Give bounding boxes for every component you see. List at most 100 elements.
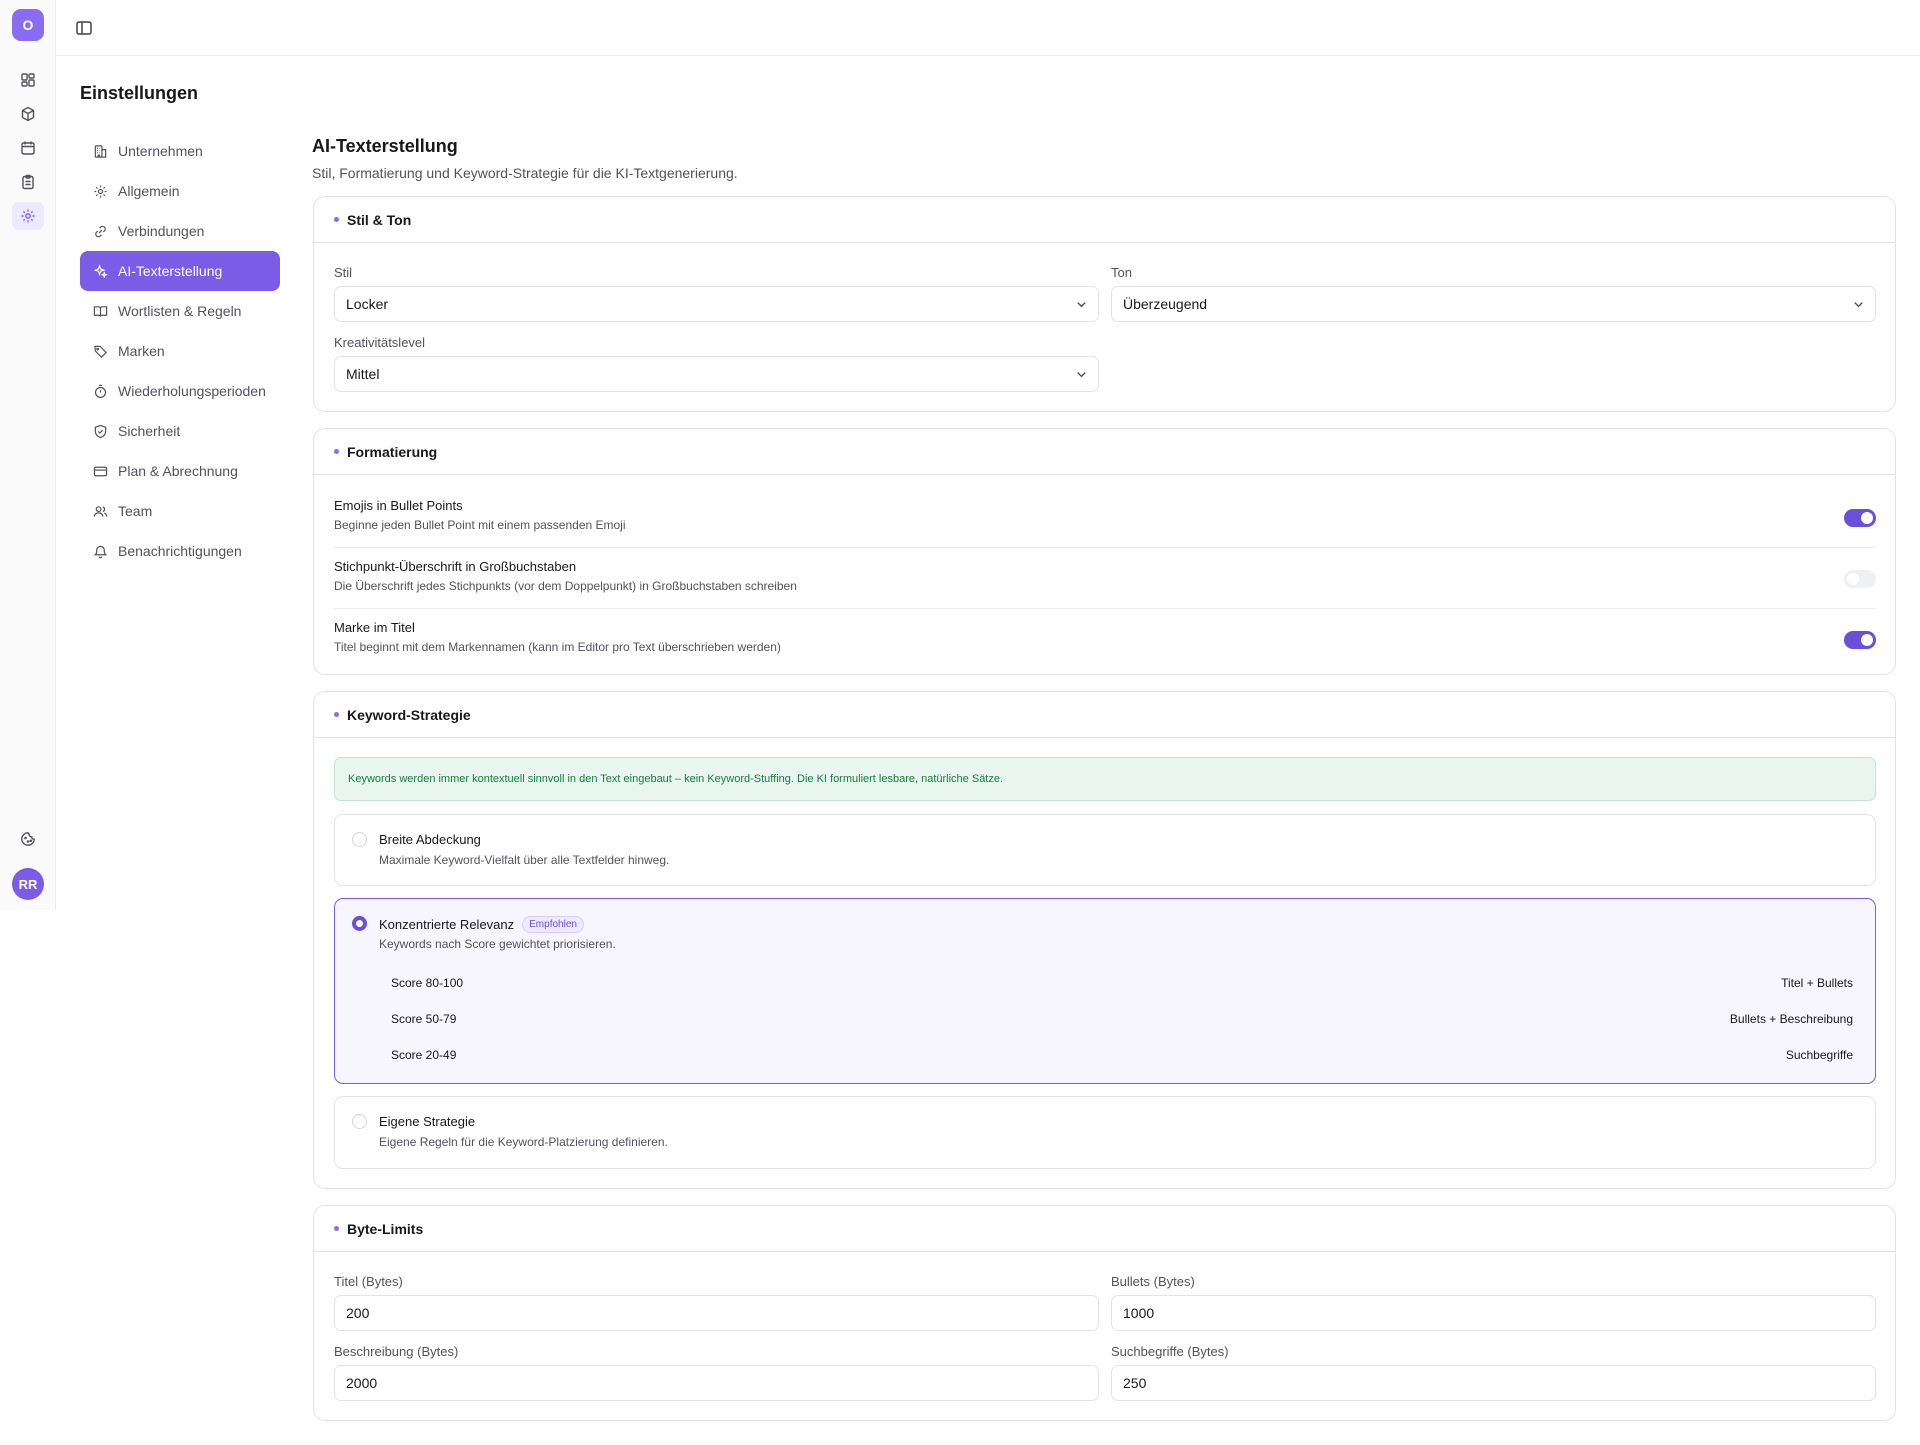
option-konzentrierte-relevanz[interactable]: Konzentrierte Relevanz Empfohlen Keyword… [334, 898, 1876, 1084]
option-desc: Eigene Regeln für die Keyword-Platzierun… [379, 1135, 668, 1149]
kreativitaet-select[interactable]: Mittel [334, 356, 1099, 392]
input-value: 250 [1123, 1375, 1147, 1391]
ton-value: Überzeugend [1123, 296, 1208, 312]
nav-item-wiederholungsperioden[interactable]: Wiederholungsperioden [80, 371, 280, 411]
ton-select[interactable]: Überzeugend [1111, 286, 1876, 322]
option-desc: Keywords nach Score gewichtet priorisier… [379, 937, 616, 951]
bullet-dot [334, 712, 339, 717]
kreativitaet-label: Kreativitätslevel [334, 335, 426, 350]
option-title-text: Breite Abdeckung [379, 832, 481, 847]
keyword-notice: Keywords werden immer kontextuell sinnvo… [334, 757, 1876, 801]
toggle-row-grossbuchstaben: Stichpunkt-Überschrift in Großbuchstaben… [334, 548, 1876, 609]
bullets-bytes-label: Bullets (Bytes) [1111, 1274, 1195, 1289]
nav-item-plan-abrechnung[interactable]: Plan & Abrechnung [80, 451, 280, 491]
style-tone-card: Stil & Ton Stil Locker Ton Überzeugend K… [313, 196, 1896, 412]
nav-item-wortlisten[interactable]: Wortlisten & Regeln [80, 291, 280, 331]
toggle-row-marke-titel: Marke im Titel Titel beginnt mit dem Mar… [334, 609, 1876, 670]
chevron-down-icon [1077, 372, 1086, 378]
dashboard-icon[interactable] [12, 66, 44, 94]
page-title: Einstellungen [80, 83, 199, 103]
toggle-title: Emojis in Bullet Points [334, 498, 463, 513]
score-row: Score 20-49 Suchbegriffe [391, 1048, 1853, 1062]
titel-bytes-input[interactable]: 200 [334, 1295, 1099, 1331]
card-header: Byte-Limits [314, 1206, 1895, 1252]
toggle-title: Marke im Titel [334, 620, 415, 635]
book-icon [93, 305, 108, 317]
input-value: 200 [346, 1305, 370, 1321]
calendar-icon[interactable] [12, 134, 44, 162]
gear-icon [94, 184, 107, 198]
nav-item-verbindungen[interactable]: Verbindungen [80, 211, 280, 251]
chevron-down-icon [1854, 302, 1863, 308]
option-title-text: Konzentrierte Relevanz [379, 917, 515, 932]
score-range: Score 50-79 [391, 1012, 457, 1026]
card-title: Stil & Ton [347, 211, 412, 228]
stil-select[interactable]: Locker [334, 286, 1099, 322]
bell-icon [93, 545, 108, 558]
score-row: Score 80-100 Titel + Bullets [391, 976, 1853, 990]
cookie-icon[interactable] [12, 825, 44, 853]
nav-item-unternehmen[interactable]: Unternehmen [80, 131, 280, 171]
clipboard-icon[interactable] [12, 168, 44, 196]
kreativitaet-value: Mittel [346, 366, 380, 382]
stil-value: Locker [346, 296, 389, 312]
tag-icon [94, 345, 107, 358]
package-icon[interactable] [12, 100, 44, 128]
nav-item-ai-texterstellung[interactable]: AI-Texterstellung [80, 251, 280, 291]
recommended-badge: Empfohlen [522, 916, 584, 933]
radio-button[interactable] [352, 916, 367, 931]
nav-label: AI-Texterstellung [118, 263, 223, 279]
radio-button[interactable] [352, 832, 367, 847]
score-range: Score 80-100 [391, 976, 464, 990]
users-icon [93, 505, 108, 517]
user-avatar[interactable]: RR [12, 868, 44, 900]
nav-item-benachrichtigungen[interactable]: Benachrichtigungen [80, 531, 280, 571]
sidebar-toggle-icon[interactable] [74, 18, 94, 38]
nav-label: Wortlisten & Regeln [118, 303, 242, 319]
shield-icon [94, 424, 107, 438]
option-title-text: Eigene Strategie [379, 1114, 476, 1129]
nav-label: Benachrichtigungen [118, 543, 242, 559]
grossbuchstaben-switch[interactable] [1844, 570, 1876, 588]
card-header: Formatierung [314, 429, 1895, 475]
suchbegriffe-bytes-input[interactable]: 250 [1111, 1365, 1876, 1401]
nav-label: Plan & Abrechnung [118, 463, 238, 479]
option-breite-abdeckung[interactable]: Breite Abdeckung Maximale Keyword-Vielfa… [334, 814, 1876, 886]
radio-button[interactable] [352, 1114, 367, 1129]
option-desc: Maximale Keyword-Vielfalt über alle Text… [379, 853, 670, 867]
building-icon [94, 144, 107, 158]
nav-label: Unternehmen [118, 143, 203, 159]
beschreibung-bytes-label: Beschreibung (Bytes) [334, 1344, 459, 1359]
score-row: Score 50-79 Bullets + Beschreibung [391, 1012, 1853, 1026]
toggle-desc: Beginne jeden Bullet Point mit einem pas… [334, 518, 626, 532]
option-title: Breite Abdeckung [379, 832, 481, 847]
option-title: Konzentrierte Relevanz Empfohlen [379, 916, 584, 933]
beschreibung-bytes-input[interactable]: 2000 [334, 1365, 1099, 1401]
option-eigene-strategie[interactable]: Eigene Strategie Eigene Regeln für die K… [334, 1096, 1876, 1169]
input-value: 1000 [1123, 1305, 1155, 1321]
app-logo[interactable]: O [12, 9, 44, 41]
link-icon [95, 225, 106, 237]
marke-titel-switch[interactable] [1844, 631, 1876, 649]
nav-label: Team [118, 503, 153, 519]
emojis-switch[interactable] [1844, 509, 1876, 527]
nav-item-team[interactable]: Team [80, 491, 280, 531]
section-header: AI-Texterstellung Stil, Formatierung und… [312, 136, 738, 181]
card-title: Keyword-Strategie [347, 706, 471, 723]
bullet-dot [334, 449, 339, 454]
score-target: Bullets + Beschreibung [1729, 1012, 1853, 1026]
nav-item-allgemein[interactable]: Allgemein [80, 171, 280, 211]
suchbegriffe-bytes-label: Suchbegriffe (Bytes) [1111, 1344, 1229, 1359]
settings-nav: Unternehmen Allgemein Verbindungen AI-Te… [80, 131, 280, 571]
nav-label: Allgemein [118, 183, 180, 199]
stil-label: Stil [334, 265, 353, 280]
card-header: Keyword-Strategie [314, 692, 1895, 738]
nav-item-marken[interactable]: Marken [80, 331, 280, 371]
nav-item-sicherheit[interactable]: Sicherheit [80, 411, 280, 451]
toggle-title: Stichpunkt-Überschrift in Großbuchstaben [334, 559, 577, 574]
bullet-dot [334, 1226, 339, 1231]
icon-rail: O RR [0, 0, 56, 910]
nav-label: Marken [118, 343, 165, 359]
bullets-bytes-input[interactable]: 1000 [1111, 1295, 1876, 1331]
settings-icon[interactable] [12, 202, 44, 230]
